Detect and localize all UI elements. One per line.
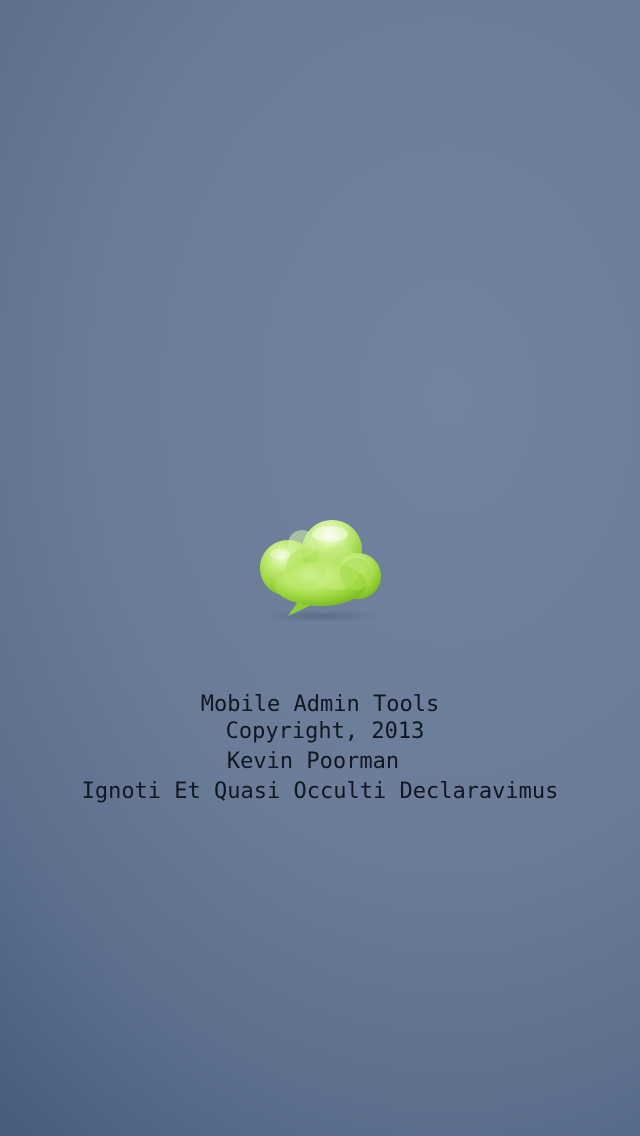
credits-block: Mobile Admin Tools Copyright, 2013 Kevin… bbox=[0, 690, 640, 807]
app-name: Mobile Admin Tools bbox=[200, 692, 440, 717]
motto-text: Ignoti Et Quasi Occulti Declaravimus bbox=[81, 779, 559, 804]
green-cloud-speech-bubble-icon bbox=[260, 520, 384, 622]
author-name: Kevin Poorman bbox=[226, 749, 400, 774]
copyright-text: Copyright, 2013 bbox=[225, 719, 425, 744]
splash-screen: Mobile Admin Tools Copyright, 2013 Kevin… bbox=[0, 0, 640, 1136]
